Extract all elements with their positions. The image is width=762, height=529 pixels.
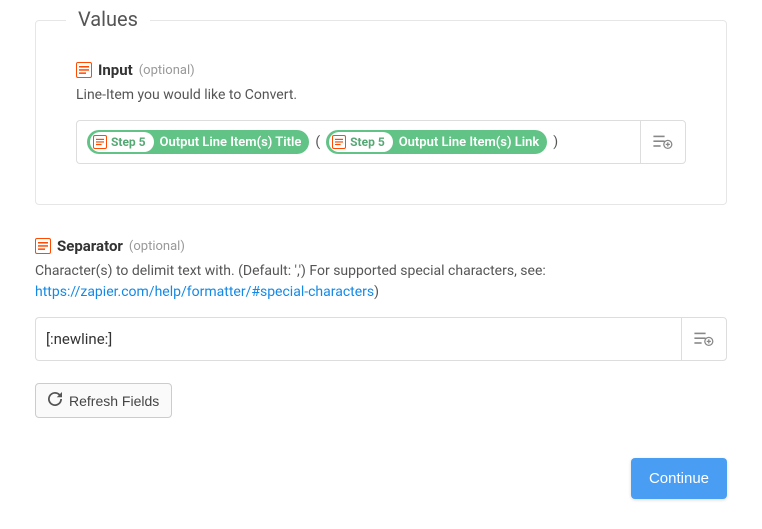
input-value[interactable]: Step 5 Output Line Item(s) Title ( Step … bbox=[76, 120, 640, 164]
input-label: Input bbox=[98, 61, 133, 79]
separator-text: [:newline:] bbox=[46, 330, 112, 348]
separator-desc-link[interactable]: https://zapier.com/help/formatter/#speci… bbox=[35, 284, 374, 300]
values-group: Values Input (optional) Line-Item you wo… bbox=[35, 20, 727, 205]
close-paren: ) bbox=[551, 134, 560, 150]
separator-field: Separator (optional) Character(s) to del… bbox=[35, 237, 727, 361]
text-icon bbox=[76, 62, 92, 78]
text-icon bbox=[332, 135, 346, 149]
input-description: Line-Item you would like to Convert. bbox=[76, 85, 686, 106]
pill-step: Step 5 bbox=[350, 135, 385, 149]
refresh-fields-button[interactable]: Refresh Fields bbox=[35, 383, 172, 418]
pill-output-link[interactable]: Step 5 Output Line Item(s) Link bbox=[326, 130, 547, 154]
pill-step: Step 5 bbox=[111, 135, 146, 149]
open-paren: ( bbox=[313, 134, 322, 150]
pill-label: Output Line Item(s) Title bbox=[160, 135, 302, 150]
separator-optional: (optional) bbox=[129, 239, 185, 254]
insert-data-button[interactable] bbox=[681, 317, 727, 361]
values-title: Values bbox=[66, 7, 150, 31]
separator-desc-pre: Character(s) to delimit text with. (Defa… bbox=[35, 263, 546, 279]
input-optional: (optional) bbox=[139, 63, 195, 78]
insert-data-button[interactable] bbox=[640, 120, 686, 164]
refresh-icon bbox=[48, 392, 62, 409]
pill-label: Output Line Item(s) Link bbox=[399, 135, 540, 150]
separator-label: Separator bbox=[57, 237, 123, 255]
separator-value[interactable]: [:newline:] bbox=[35, 317, 681, 361]
continue-button[interactable]: Continue bbox=[631, 458, 727, 499]
separator-description: Character(s) to delimit text with. (Defa… bbox=[35, 261, 727, 303]
separator-desc-post: ) bbox=[374, 284, 379, 300]
pill-output-title[interactable]: Step 5 Output Line Item(s) Title bbox=[87, 130, 309, 154]
text-icon bbox=[35, 238, 51, 254]
refresh-label: Refresh Fields bbox=[69, 393, 159, 409]
text-icon bbox=[93, 135, 107, 149]
input-field: Input (optional) Line-Item you would lik… bbox=[76, 61, 686, 164]
